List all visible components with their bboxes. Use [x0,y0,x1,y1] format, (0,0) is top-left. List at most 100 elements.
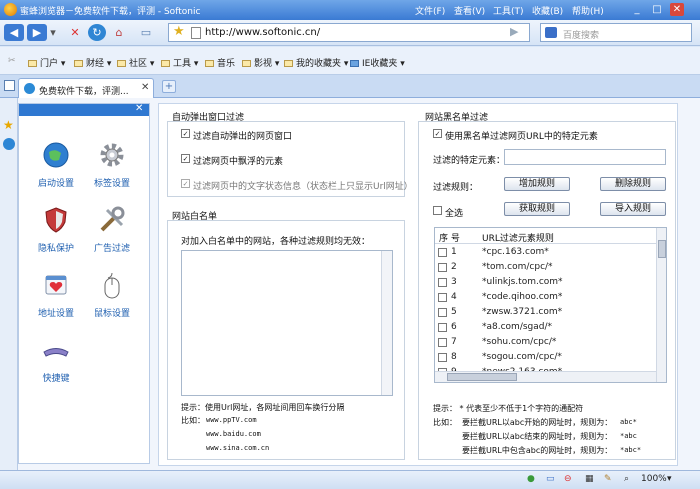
page-menu-icon[interactable]: ▭ [135,24,157,41]
row-checkbox[interactable] [438,308,447,317]
title-bar: 蜜蜂浏览器－免费软件下载，评测 - Softonic 文件(F) 查看(V) 工… [0,0,700,20]
bookmark-star-icon[interactable]: ★ [173,24,185,39]
minimize-icon[interactable]: _ [630,3,644,16]
fav-community[interactable]: 社区 ▾ [117,56,154,69]
table-row[interactable]: 5 *zwsw.3721.com* [435,305,656,320]
blacklist-enable-checkbox[interactable]: ✓ [433,129,442,138]
address-bar[interactable]: ★ http://www.softonic.cn/ [168,23,530,42]
fav-my-favorites[interactable]: 我的收藏夹 ▾ [284,56,348,69]
scroll-thumb[interactable] [658,240,666,258]
forward-icon[interactable]: ▶ [27,24,47,41]
history-globe-icon[interactable] [3,138,15,150]
add-rule-button[interactable]: 增加规则 [504,177,570,191]
folder-icon [205,60,214,67]
clean-icon[interactable]: ✎ [604,474,612,484]
stop-icon[interactable]: ✕ [66,24,84,41]
whitelist-example-1: www.ppTV.com [206,416,257,424]
col-rule: URL过滤元素规则 [482,234,554,244]
fav-tools[interactable]: 工具 ▾ [161,56,198,69]
row-checkbox[interactable] [438,338,447,347]
row-checkbox[interactable] [438,248,447,257]
fav-portal[interactable]: 门户 ▾ [28,56,65,69]
whitelist-hint: 提示：使用Url网址，各网址间用回车换行分隔 [181,403,345,412]
row-checkbox[interactable] [438,278,447,287]
new-tab-button[interactable]: + [162,80,176,93]
element-label: 过滤的特定元素： [433,156,506,166]
address-input[interactable]: http://www.softonic.cn/ [205,27,320,38]
close-icon[interactable]: ✕ [670,3,684,16]
maximize-icon[interactable]: □ [650,3,664,16]
menu-file[interactable]: 文件(F) [415,4,445,17]
menu-help[interactable]: 帮助(H) [572,4,604,17]
sidebar-item-privacy[interactable]: 隐私保护 [26,205,86,254]
fetch-rule-button[interactable]: 获取规则 [504,202,570,216]
popup-window-label: 过滤自动弹出的网页窗口 [193,132,293,142]
menu-tools[interactable]: 工具(T) [493,4,524,17]
table-row[interactable]: 6 *a8.com/sgad/* [435,320,656,335]
blacklist-example-2: 要拦截URL以abc结束的网址时，规则为： [462,432,613,441]
row-checkbox[interactable] [438,353,447,362]
row-checkbox[interactable] [438,323,447,332]
sidebar-toggle-icon[interactable] [4,80,15,91]
blacklist-hint: 提示： * 代表至少不低于1个字符的通配符 [433,404,584,413]
table-row[interactable]: 8 *sogou.com/cpc/* [435,350,656,365]
block-icon[interactable]: ⊖ [564,474,572,484]
sidebar-item-adfilter[interactable]: 广告过滤 [82,205,142,254]
sidebar-item-tabs[interactable]: 标签设置 [82,140,142,189]
delete-rule-button[interactable]: 删除规则 [600,177,666,191]
sidebar-item-address[interactable]: 地址设置 [26,270,86,319]
fav-finance[interactable]: 财经 ▾ [74,56,111,69]
refresh-icon[interactable]: ↻ [88,24,106,41]
hscroll-thumb[interactable] [447,373,517,381]
table-row[interactable]: 2 *tom.com/cpc/* [435,260,656,275]
status-text-checkbox[interactable]: ✓ [181,179,190,188]
fav-ie-favorites[interactable]: IE收藏夹 ▾ [350,56,405,69]
floating-element-checkbox[interactable]: ✓ [181,154,190,163]
sidebar-item-mouse[interactable]: 鼠标设置 [82,270,142,319]
folder-icon [117,60,126,67]
tab-softonic[interactable]: 免费软件下载，评测... ✕ [18,78,154,98]
table-row[interactable]: 4 *code.qihoo.com* [435,290,656,305]
sidebar-header: ✕ [19,103,149,116]
row-checkbox[interactable] [438,263,447,272]
sidebar-item-shortcuts[interactable]: 快捷键 [26,335,86,384]
table-row[interactable]: 7 *sohu.com/cpc/* [435,335,656,350]
select-all-checkbox[interactable] [433,206,442,215]
menu-favorites[interactable]: 收藏(B) [532,4,563,17]
folder-icon [284,60,293,67]
mouse-icon [104,272,120,299]
table-row[interactable]: 3 *ulinkjs.tom.com* [435,275,656,290]
table-vertical-scrollbar[interactable] [656,228,666,382]
zoom-level[interactable]: 100% [641,474,667,484]
baidu-search-icon[interactable] [545,27,557,38]
fav-music[interactable]: 音乐 [205,56,235,69]
back-icon[interactable]: ◀ [4,24,24,41]
popup-window-checkbox[interactable]: ✓ [181,129,190,138]
favorites-star-icon[interactable]: ★ [3,118,14,132]
import-rule-button[interactable]: 导入规则 [600,202,666,216]
address-heart-icon [45,275,67,295]
history-dropdown-icon[interactable]: ▾ [49,24,57,41]
go-icon[interactable]: ▶ [510,25,526,40]
zoom-dropdown-icon[interactable]: ▾ [667,474,672,484]
user-icon[interactable]: ● [527,474,535,484]
zoom-icon[interactable]: ⌕ [624,474,629,484]
menu-view[interactable]: 查看(V) [454,4,485,17]
search-input[interactable]: 百度搜索 [563,28,599,41]
element-input[interactable] [504,149,666,165]
page-icon [191,27,201,39]
row-checkbox[interactable] [438,293,447,302]
whitelist-textarea[interactable] [181,250,393,396]
sidebar-item-startup[interactable]: 启动设置 [26,140,86,189]
search-box[interactable]: 百度搜索 [540,23,692,42]
table-horizontal-scrollbar[interactable] [435,371,656,382]
fav-movies[interactable]: 影视 ▾ [242,56,279,69]
home-icon[interactable]: ⌂ [110,24,128,41]
table-row[interactable]: 1 *cpc.163.com* [435,245,656,260]
window-icon[interactable]: ▭ [546,474,555,484]
tab-close-icon[interactable]: ✕ [141,82,149,93]
whitelist-scrollbar[interactable] [381,251,392,395]
download-icon[interactable]: ▦ [585,474,594,484]
sidebar-close-icon[interactable]: ✕ [135,103,143,114]
keyboard-icon [43,348,69,357]
